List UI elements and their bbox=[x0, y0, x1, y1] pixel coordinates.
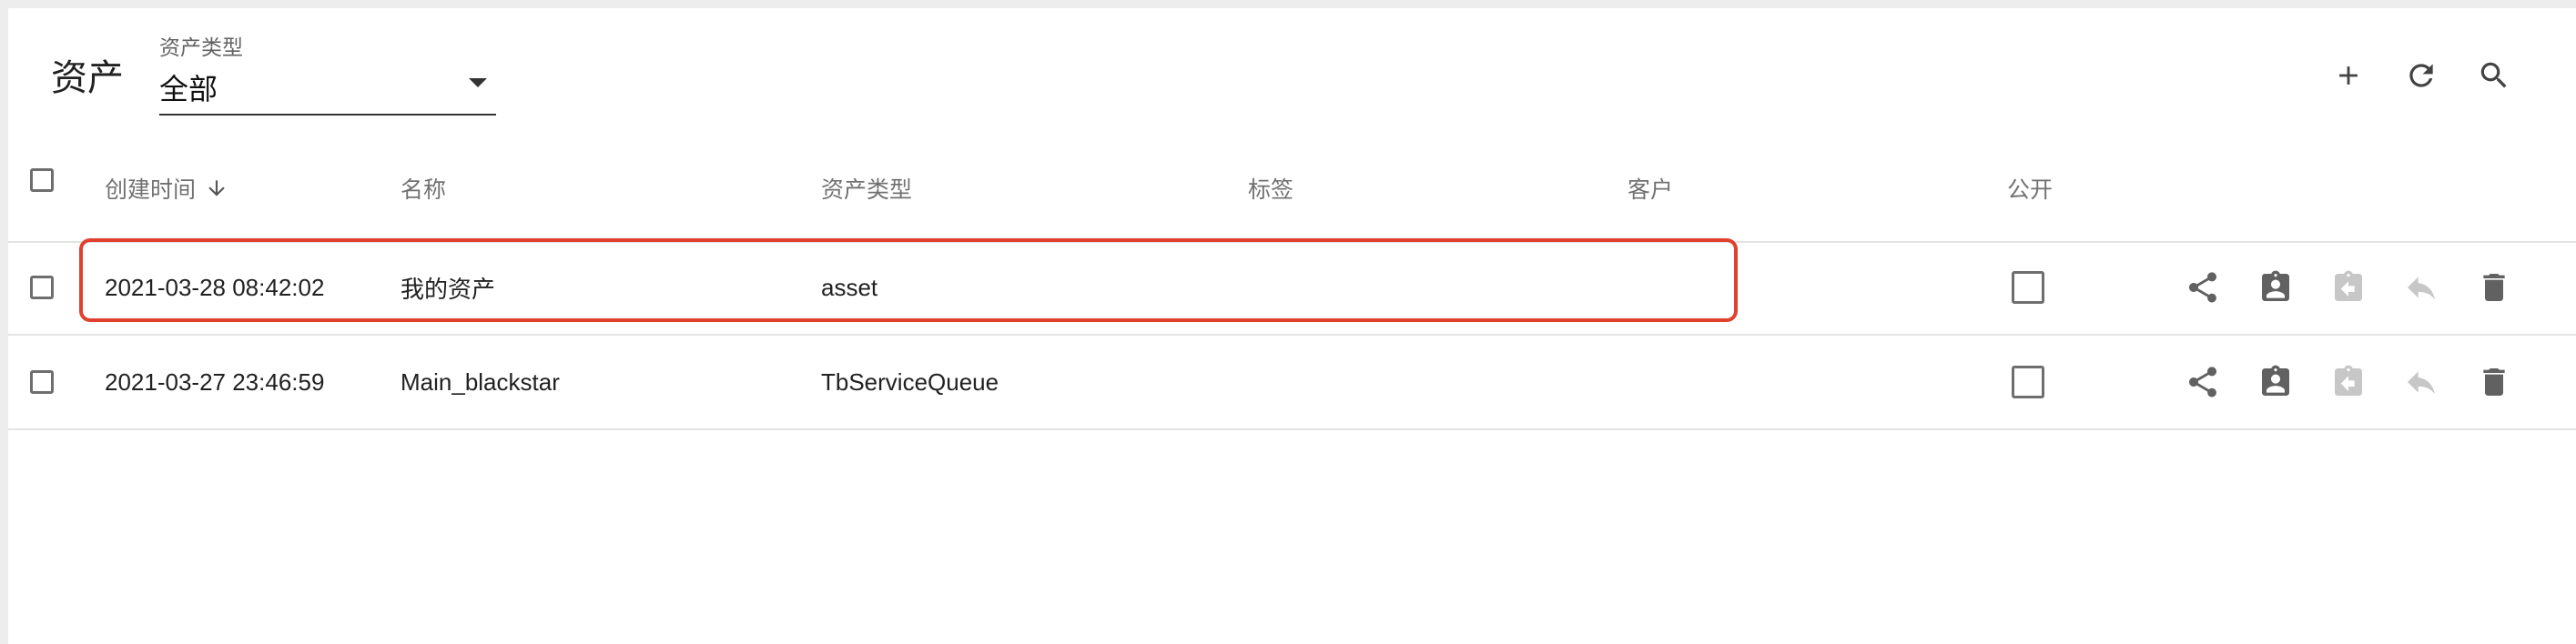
add-button[interactable] bbox=[2323, 50, 2374, 101]
arrow-down-icon bbox=[205, 176, 228, 200]
asset-type-select-label: 资产类型 bbox=[159, 35, 243, 59]
unassign-from-customer-icon bbox=[2335, 365, 2362, 396]
share-icon bbox=[2189, 367, 2216, 397]
make-private-icon bbox=[2408, 277, 2435, 300]
search-icon bbox=[2480, 62, 2507, 88]
assign-to-customer-button[interactable] bbox=[2250, 357, 2301, 408]
unassign-from-customer-icon bbox=[2335, 270, 2362, 301]
column-header-asset-type[interactable]: 资产类型 bbox=[821, 172, 912, 205]
assign-to-customer-icon bbox=[2262, 365, 2289, 396]
assign-to-customer-icon bbox=[2262, 270, 2289, 301]
column-header-customer: 客户 bbox=[1628, 177, 1674, 203]
share-button[interactable] bbox=[2177, 262, 2228, 313]
refresh-icon bbox=[2409, 64, 2433, 87]
asset-type-select-value: 全部 bbox=[159, 73, 218, 106]
refresh-button[interactable] bbox=[2396, 50, 2447, 101]
share-button[interactable] bbox=[2177, 357, 2228, 408]
delete-button[interactable] bbox=[2469, 262, 2520, 313]
unassign-from-customer-button[interactable] bbox=[2323, 357, 2374, 408]
make-private-icon bbox=[2408, 371, 2435, 395]
select-underline bbox=[159, 114, 496, 116]
assets-panel: 资产 资产类型 全部 创建时间 名称 资产类型 标签 客户 公开 2021-03… bbox=[8, 8, 2576, 644]
make-private-button[interactable] bbox=[2396, 262, 2447, 313]
column-header-created-label: 创建时间 bbox=[105, 177, 197, 203]
column-header-label[interactable]: 标签 bbox=[1248, 172, 1293, 205]
row-checkbox[interactable] bbox=[30, 276, 54, 299]
search-button[interactable] bbox=[2469, 50, 2520, 101]
dropdown-arrow-icon bbox=[469, 78, 487, 87]
table-header: 创建时间 名称 资产类型 标签 客户 公开 bbox=[8, 145, 2576, 243]
public-checkbox[interactable] bbox=[2012, 366, 2044, 398]
unassign-from-customer-button[interactable] bbox=[2323, 262, 2374, 313]
select-all-checkbox[interactable] bbox=[30, 168, 54, 192]
asset-type-select[interactable]: 资产类型 全部 bbox=[159, 26, 496, 116]
share-icon bbox=[2189, 272, 2216, 303]
toolbar: 资产 资产类型 全部 bbox=[8, 8, 2576, 145]
delete-icon bbox=[2483, 368, 2505, 396]
make-private-button[interactable] bbox=[2396, 357, 2447, 408]
delete-button[interactable] bbox=[2469, 357, 2520, 408]
delete-icon bbox=[2483, 274, 2505, 301]
highlight-box bbox=[79, 238, 1738, 322]
cell-asset-type: TbServiceQueue bbox=[821, 367, 999, 396]
cell-name: Main_blackstar bbox=[401, 367, 560, 396]
table-row[interactable]: 2021-03-27 23:46:59 Main_blackstar TbSer… bbox=[8, 336, 2576, 430]
cell-created: 2021-03-27 23:46:59 bbox=[105, 367, 325, 396]
page-title: 资产 bbox=[51, 58, 124, 98]
column-header-public: 公开 bbox=[2007, 177, 2054, 203]
public-checkbox[interactable] bbox=[2012, 271, 2044, 304]
column-header-created[interactable]: 创建时间 bbox=[105, 172, 228, 205]
column-header-name[interactable]: 名称 bbox=[401, 172, 446, 205]
row-checkbox[interactable] bbox=[30, 370, 54, 394]
assign-to-customer-button[interactable] bbox=[2250, 262, 2301, 313]
add-icon bbox=[2339, 66, 2358, 85]
